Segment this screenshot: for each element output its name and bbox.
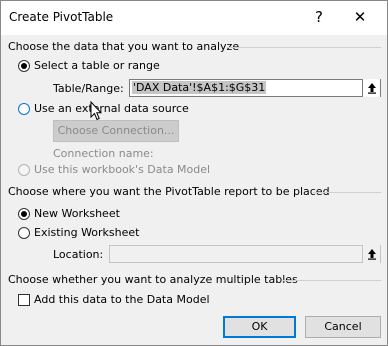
location-picker-button[interactable]: [362, 245, 380, 263]
table-range-input[interactable]: 'DAX Data'!$A$1:$G$31: [129, 79, 381, 97]
dialog-title: Create PivotTable: [9, 10, 114, 24]
divider: [313, 192, 381, 193]
external-source-radio[interactable]: [18, 103, 30, 115]
add-to-data-model-label[interactable]: Add this data to the Data Model: [34, 293, 210, 306]
select-table-label[interactable]: Select a table or range: [34, 59, 160, 72]
divider: [283, 280, 381, 281]
mouse-pointer-icon: [90, 101, 102, 121]
range-picker-button[interactable]: [362, 79, 380, 97]
connection-name-label: Connection name:: [53, 147, 154, 160]
table-range-value: 'DAX Data'!$A$1:$G$31: [132, 81, 267, 94]
data-model-label[interactable]: Use this workbook's Data Model: [34, 163, 210, 176]
new-worksheet-label[interactable]: New Worksheet: [34, 207, 120, 220]
close-button[interactable]: ✕: [350, 7, 370, 27]
ok-button[interactable]: OK: [223, 316, 296, 338]
table-range-label: Table/Range:: [53, 82, 124, 95]
collapse-dialog-icon: [367, 83, 376, 94]
title-bar: Create PivotTable ? ✕: [1, 1, 387, 35]
new-worksheet-radio[interactable]: [18, 208, 30, 220]
divider: [227, 47, 381, 48]
create-pivottable-dialog: Create PivotTable ? ✕ Choose the data th…: [0, 0, 388, 346]
source-section-heading: Choose the data that you want to analyze: [8, 40, 240, 53]
select-table-radio[interactable]: [18, 60, 30, 72]
add-to-data-model-checkbox[interactable]: [18, 294, 30, 306]
multi-table-section-heading: Choose whether you want to analyze multi…: [8, 273, 298, 286]
external-source-label[interactable]: Use an external data source: [34, 102, 189, 115]
cancel-button[interactable]: Cancel: [305, 316, 381, 338]
existing-worksheet-radio[interactable]: [18, 227, 30, 239]
data-model-radio[interactable]: [18, 164, 30, 176]
location-input[interactable]: [109, 245, 381, 263]
help-button[interactable]: ?: [309, 7, 329, 27]
choose-connection-button[interactable]: Choose Connection...: [53, 120, 179, 142]
placement-section-heading: Choose where you want the PivotTable rep…: [8, 185, 330, 198]
location-label: Location:: [53, 248, 104, 261]
collapse-dialog-icon: [367, 249, 376, 260]
existing-worksheet-label[interactable]: Existing Worksheet: [34, 226, 139, 239]
